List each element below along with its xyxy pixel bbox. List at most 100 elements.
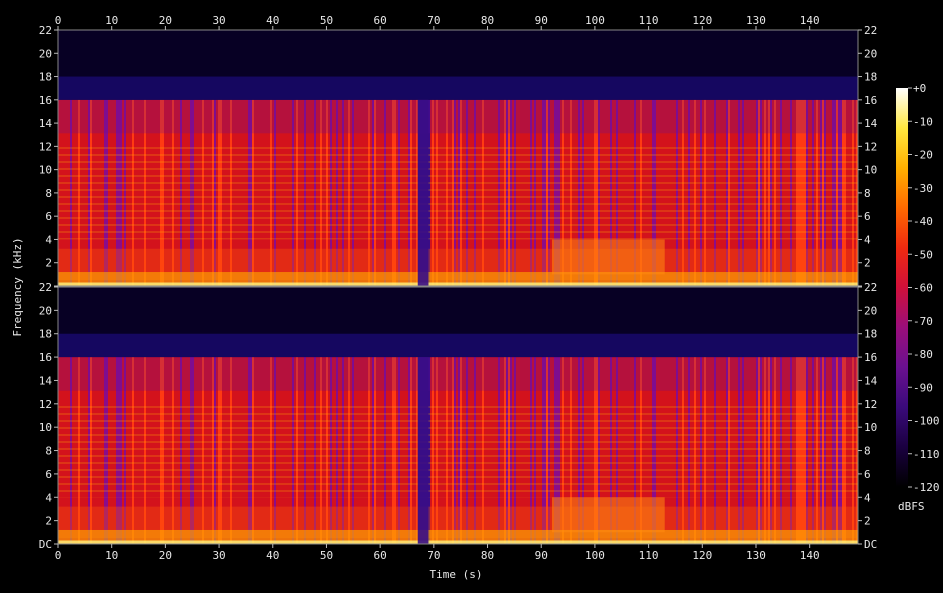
y-tick-label-right: 14 xyxy=(864,117,878,130)
x-tick-label-bottom: 0 xyxy=(55,549,62,562)
x-tick-label-top: 70 xyxy=(427,14,440,27)
y-tick-label-right: 14 xyxy=(864,374,878,387)
y-tick-label-right: 10 xyxy=(864,164,877,177)
y-tick-label-right: 8 xyxy=(864,187,871,200)
y-tick-label-left: 16 xyxy=(39,94,52,107)
colorbar-tick-label: +0 xyxy=(913,82,926,95)
x-tick-label-top: 60 xyxy=(374,14,387,27)
y-tick-label-right: 16 xyxy=(864,351,877,364)
colorbar: +0 -10 -20 -30 -40 -50 -60 -70 -80 -90 -100 -110 -12… xyxy=(896,82,940,513)
upper-fade xyxy=(58,99,858,134)
y-tick-label-left: DC xyxy=(39,538,52,551)
y-tick-label-left: 22 xyxy=(39,24,52,37)
y-tick-label-left: 6 xyxy=(45,210,52,223)
y-tick-label-left: 4 xyxy=(45,233,52,246)
y-tick-label-right: 12 xyxy=(864,398,877,411)
y-tick-label-right: 12 xyxy=(864,140,877,153)
y-tick-label-right: 2 xyxy=(864,257,871,270)
colorbar-label: dBFS xyxy=(898,500,925,513)
y-tick-label-left: 6 xyxy=(45,468,52,481)
colorbar-tick-label: -50 xyxy=(913,248,933,261)
y-tick-label-left: 14 xyxy=(39,117,53,130)
colorbar-tick-label: -90 xyxy=(913,381,933,394)
x-tick-label-top: 90 xyxy=(535,14,548,27)
x-tick-label-top: 20 xyxy=(159,14,172,27)
y-tick-label-right: 18 xyxy=(864,71,877,84)
colorbar-ticks: +0 -10 -20 -30 -40 -50 -60 -70 -80 -90 -100 -110 -12… xyxy=(908,82,940,494)
y-tick-label-left: 20 xyxy=(39,304,52,317)
x-tick-label-top: 110 xyxy=(639,14,659,27)
x-tick-label-top: 0 xyxy=(55,14,62,27)
dc-band xyxy=(58,540,858,544)
y-tick-label-right: 4 xyxy=(864,233,871,246)
x-tick-label-bottom: 10 xyxy=(105,549,118,562)
colorbar-tick-label: -70 xyxy=(913,315,933,328)
x-tick-label-bottom: 90 xyxy=(535,549,548,562)
y-tick-label-right: 22 xyxy=(864,281,877,294)
y-tick-label-left: 8 xyxy=(45,445,52,458)
near-cutoff-band xyxy=(58,76,858,100)
y-tick-label-right: DC xyxy=(864,538,877,551)
x-tick-label-top: 30 xyxy=(212,14,225,27)
x-tick-label-bottom: 110 xyxy=(639,549,659,562)
tonal-band xyxy=(551,497,665,533)
y-tick-label-right: 8 xyxy=(864,445,871,458)
y-tick-label-left: 20 xyxy=(39,47,52,60)
spectrogram-figure: 0 0 10 10 20 20 30 30 40 40 50 50 60 60 70 70 80 80 90 90 10… xyxy=(11,14,940,581)
bottom-panel xyxy=(58,287,858,544)
upper-fade xyxy=(58,357,858,391)
y-tick-label-left: 18 xyxy=(39,328,52,341)
colorbar-tick-label: -100 xyxy=(913,415,940,428)
y-tick-label-right: 18 xyxy=(864,328,877,341)
bass-energy xyxy=(58,529,858,541)
x-tick-label-top: 40 xyxy=(266,14,279,27)
colorbar-tick-label: -60 xyxy=(913,282,933,295)
y-tick-label-right: 6 xyxy=(864,468,871,481)
colorbar-tick-label: -30 xyxy=(913,182,933,195)
y-tick-label-right: 2 xyxy=(864,515,871,528)
harmonic-stripes xyxy=(58,146,858,240)
y-tick-label-left: 22 xyxy=(39,281,52,294)
x-axis-title: Time (s) xyxy=(430,568,483,581)
bass-energy xyxy=(58,272,858,283)
x-tick-label-top: 120 xyxy=(692,14,712,27)
y-tick-label-right: 4 xyxy=(864,491,871,504)
y-tick-label-right: 22 xyxy=(864,24,877,37)
colorbar-tick-label: -40 xyxy=(913,215,933,228)
tonal-band xyxy=(551,239,665,275)
colorbar-tick-label: -120 xyxy=(913,481,940,494)
x-tick-label-bottom: 40 xyxy=(266,549,279,562)
x-tick-label-top: 80 xyxy=(481,14,494,27)
y-tick-label-left: 16 xyxy=(39,351,52,364)
y-tick-label-right: 20 xyxy=(864,304,877,317)
y-tick-label-right: 10 xyxy=(864,421,877,434)
x-tick-label-top: 100 xyxy=(585,14,605,27)
colorbar-tick-label: -110 xyxy=(913,448,940,461)
x-tick-label-bottom: 20 xyxy=(159,549,172,562)
y-tick-label-right: 20 xyxy=(864,47,877,60)
quiet-segment xyxy=(417,357,429,544)
quiet-segment xyxy=(417,99,429,287)
y-tick-label-right: 16 xyxy=(864,94,877,107)
y-tick-label-left: 4 xyxy=(45,491,52,504)
x-tick-label-top: 140 xyxy=(800,14,820,27)
x-tick-label-bottom: 70 xyxy=(427,549,440,562)
x-tick-label-bottom: 60 xyxy=(374,549,387,562)
colorbar-tick-label: -10 xyxy=(913,115,933,128)
x-tick-label-bottom: 130 xyxy=(746,549,766,562)
colorbar-tick-label: -20 xyxy=(913,149,933,162)
y-axis-title: Frequency (kHz) xyxy=(11,237,24,336)
y-tick-label-left: 14 xyxy=(39,374,53,387)
x-tick-label-top: 50 xyxy=(320,14,333,27)
x-tick-label-bottom: 30 xyxy=(212,549,225,562)
bottom-panel-overlays xyxy=(58,333,858,544)
top-panel-overlays xyxy=(58,76,858,287)
colorbar-scale xyxy=(896,88,908,487)
y-tick-label-left: 10 xyxy=(39,164,52,177)
y-tick-label-left: 2 xyxy=(45,257,52,270)
near-cutoff-band xyxy=(58,333,858,358)
y-tick-label-right: 6 xyxy=(864,210,871,223)
x-tick-label-bottom: 50 xyxy=(320,549,333,562)
dc-band xyxy=(58,282,858,286)
y-tick-label-left: 18 xyxy=(39,71,52,84)
